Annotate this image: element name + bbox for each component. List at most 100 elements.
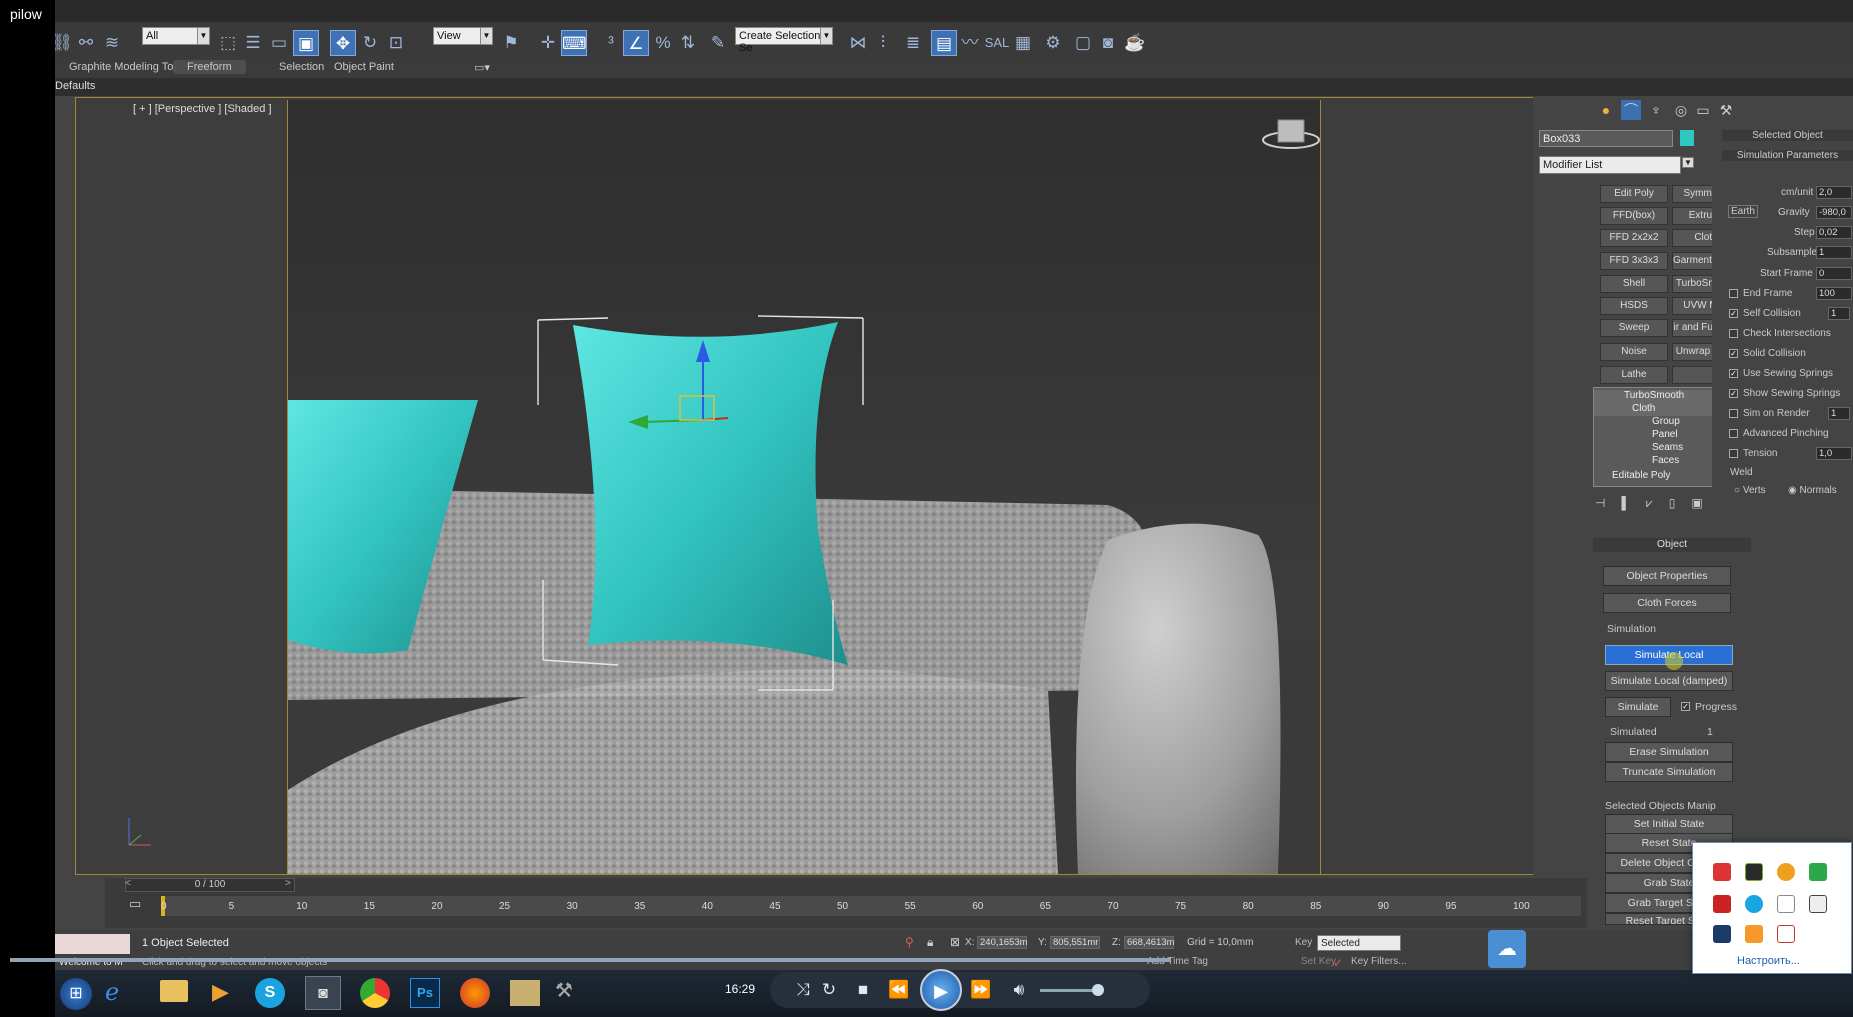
rendered-frame-icon[interactable]: ▢ [1070,30,1096,56]
scale-icon[interactable]: ⊡ [383,30,409,56]
solid-collision-checkbox[interactable]: ✓ [1729,349,1738,358]
percent-snap-icon[interactable]: % [650,30,676,56]
normals-radio[interactable]: ◉ Normals [1788,485,1837,496]
network-tray-icon[interactable] [1809,895,1827,913]
progress-checkbox[interactable]: ✓ [1681,702,1690,711]
start-button[interactable]: ⊞ [60,978,92,1010]
video-progress-bar[interactable] [10,958,1170,962]
spinner-snap-icon[interactable]: ⇅ [675,30,701,56]
select-link-icon[interactable]: ⛓ [55,30,75,56]
bind-spacewarp-icon[interactable]: ≋ [99,30,125,56]
set-initial-state-button[interactable]: Set Initial State [1605,814,1733,834]
ribbon-options-icon[interactable]: ▭▾ [470,60,494,75]
utilities-tab-icon[interactable]: ⚒ [1716,100,1736,120]
simulate-local-damped-button[interactable]: Simulate Local (damped) [1605,671,1733,691]
motion-tab-icon[interactable]: ◎ [1671,100,1691,120]
tab-freeform[interactable]: Freeform [173,60,246,74]
flag-tray-icon[interactable] [1777,925,1795,943]
3ds-max-icon[interactable]: ◙ [305,976,341,1010]
earth-button[interactable]: Earth [1728,205,1758,218]
display-tab-icon[interactable]: ▭ [1693,100,1713,120]
display-tray-icon[interactable] [1713,925,1731,943]
repeat-icon[interactable]: ↻ [816,978,842,1002]
simulate-button[interactable]: Simulate [1605,697,1671,717]
sim-on-render-checkbox[interactable] [1729,409,1738,418]
cloth-forces-button[interactable]: Cloth Forces [1603,593,1731,613]
rect-selection-icon[interactable]: ▭ [266,30,292,56]
truncate-simulation-button[interactable]: Truncate Simulation [1605,762,1733,782]
tension-spinner[interactable]: 1,0 [1816,447,1852,460]
viewcube-icon[interactable] [1262,119,1320,149]
volume-slider-thumb[interactable] [1092,984,1104,996]
next-frame-arrow[interactable]: > [285,878,295,892]
teapot-render-icon[interactable]: ☕ [1122,30,1148,56]
schematic-view-button[interactable]: SAL [982,30,1012,56]
render-setup-icon[interactable]: ⚙ [1040,30,1066,56]
end-frame-checkbox[interactable] [1729,289,1738,298]
y-coordinate-field[interactable]: 805,551mr [1050,936,1100,949]
file-explorer-icon[interactable] [160,980,188,1002]
viewport-label[interactable]: [ + ] [Perspective ] [Shaded ] [133,103,272,115]
stop-icon[interactable]: ■ [850,978,876,1002]
nvidia-tray-icon[interactable] [1745,863,1763,881]
play-button[interactable]: ▶ [920,969,962,1011]
edit-named-selection-icon[interactable]: ✎ [705,30,731,56]
render-production-icon[interactable]: ◙ [1095,30,1121,56]
modifier-button[interactable]: FFD(box) [1600,207,1668,225]
set-key-icon[interactable]: ✓ [1333,956,1343,970]
modifier-list-dropdown[interactable]: Modifier List ▼ [1539,156,1694,174]
cm-unit-spinner[interactable]: 2,0 [1816,186,1852,199]
check-intersections-checkbox[interactable] [1729,329,1738,338]
download-tray-icon[interactable] [1745,925,1763,943]
perspective-viewport[interactable] [287,100,1321,874]
subsample-spinner[interactable]: 1 [1816,246,1852,259]
lock-icon[interactable]: 🔒︎ [927,935,933,950]
modifier-button[interactable]: Edit Poly [1600,185,1668,203]
modify-tab-icon[interactable]: ⌒ [1621,100,1641,120]
object-rollout-header[interactable]: Object [1593,538,1751,552]
end-frame-spinner[interactable]: 100 [1816,287,1852,300]
shuffle-icon[interactable]: ⤨ [790,978,816,1002]
keyboard-shortcut-icon[interactable]: ⌨ [561,30,587,56]
antivirus-tray-icon[interactable] [1713,863,1731,881]
start-frame-spinner[interactable]: 0 [1816,267,1852,280]
track-bar-icon[interactable]: ▭ [129,896,151,914]
align-icon[interactable]: ⫶ [870,30,896,56]
skype-tray-icon[interactable] [1745,895,1763,913]
auto-key-button[interactable]: Key [1295,937,1312,948]
skype-icon[interactable]: S [255,978,285,1008]
select-by-name-icon[interactable]: ☰ [240,30,266,56]
named-selection-dropdown[interactable]: Create Selection Se ▼ [735,27,833,54]
select-move-icon[interactable]: ✥ [330,30,356,56]
verts-radio[interactable]: ○ Verts [1734,485,1766,496]
key-mode-dropdown[interactable]: Selected [1317,935,1401,951]
self-collision-spinner[interactable]: 1 [1828,307,1850,320]
internet-explorer-icon[interactable]: ℯ [105,978,119,1007]
chrome-icon[interactable] [360,978,390,1008]
tab-object-paint[interactable]: Object Paint [320,60,408,74]
modifier-button[interactable]: Lathe [1600,366,1668,384]
erase-simulation-button[interactable]: Erase Simulation [1605,742,1733,762]
sim-on-render-spinner[interactable]: 1 [1828,407,1850,420]
customize-link[interactable]: Настроить... [1737,955,1800,967]
photoshop-icon[interactable]: Ps [410,978,440,1008]
mirror-icon[interactable]: ⋈ [845,30,871,56]
media-player-icon[interactable]: ▶ [212,979,229,1005]
modifier-button[interactable]: HSDS [1600,297,1668,315]
use-sewing-springs-checkbox[interactable]: ✓ [1729,369,1738,378]
object-color-swatch[interactable] [1680,130,1694,146]
show-sewing-springs-checkbox[interactable]: ✓ [1729,389,1738,398]
track-bar[interactable]: 0 5 10 15 20 25 30 35 40 45 50 55 60 65 70 75 80 85 90 95 10… [161,896,1581,916]
rewind-icon[interactable]: ⏪ [886,978,912,1002]
curve-editor-icon[interactable]: 〰 [957,30,983,56]
prev-frame-arrow[interactable]: < [125,878,135,892]
gravity-spinner[interactable]: -980,0 [1816,206,1852,219]
snap-toggle-icon[interactable]: ³ [598,30,624,56]
x-coordinate-field[interactable]: 240,1653m [977,936,1028,949]
modifier-button[interactable]: FFD 2x2x2 [1600,229,1668,247]
select-object-icon[interactable]: ⬚ [215,30,241,56]
key-filters-button[interactable]: Key Filters... [1351,956,1407,967]
firefox-icon[interactable] [460,978,490,1008]
update-tray-icon[interactable] [1777,863,1795,881]
sync-tray-icon[interactable] [1809,863,1827,881]
